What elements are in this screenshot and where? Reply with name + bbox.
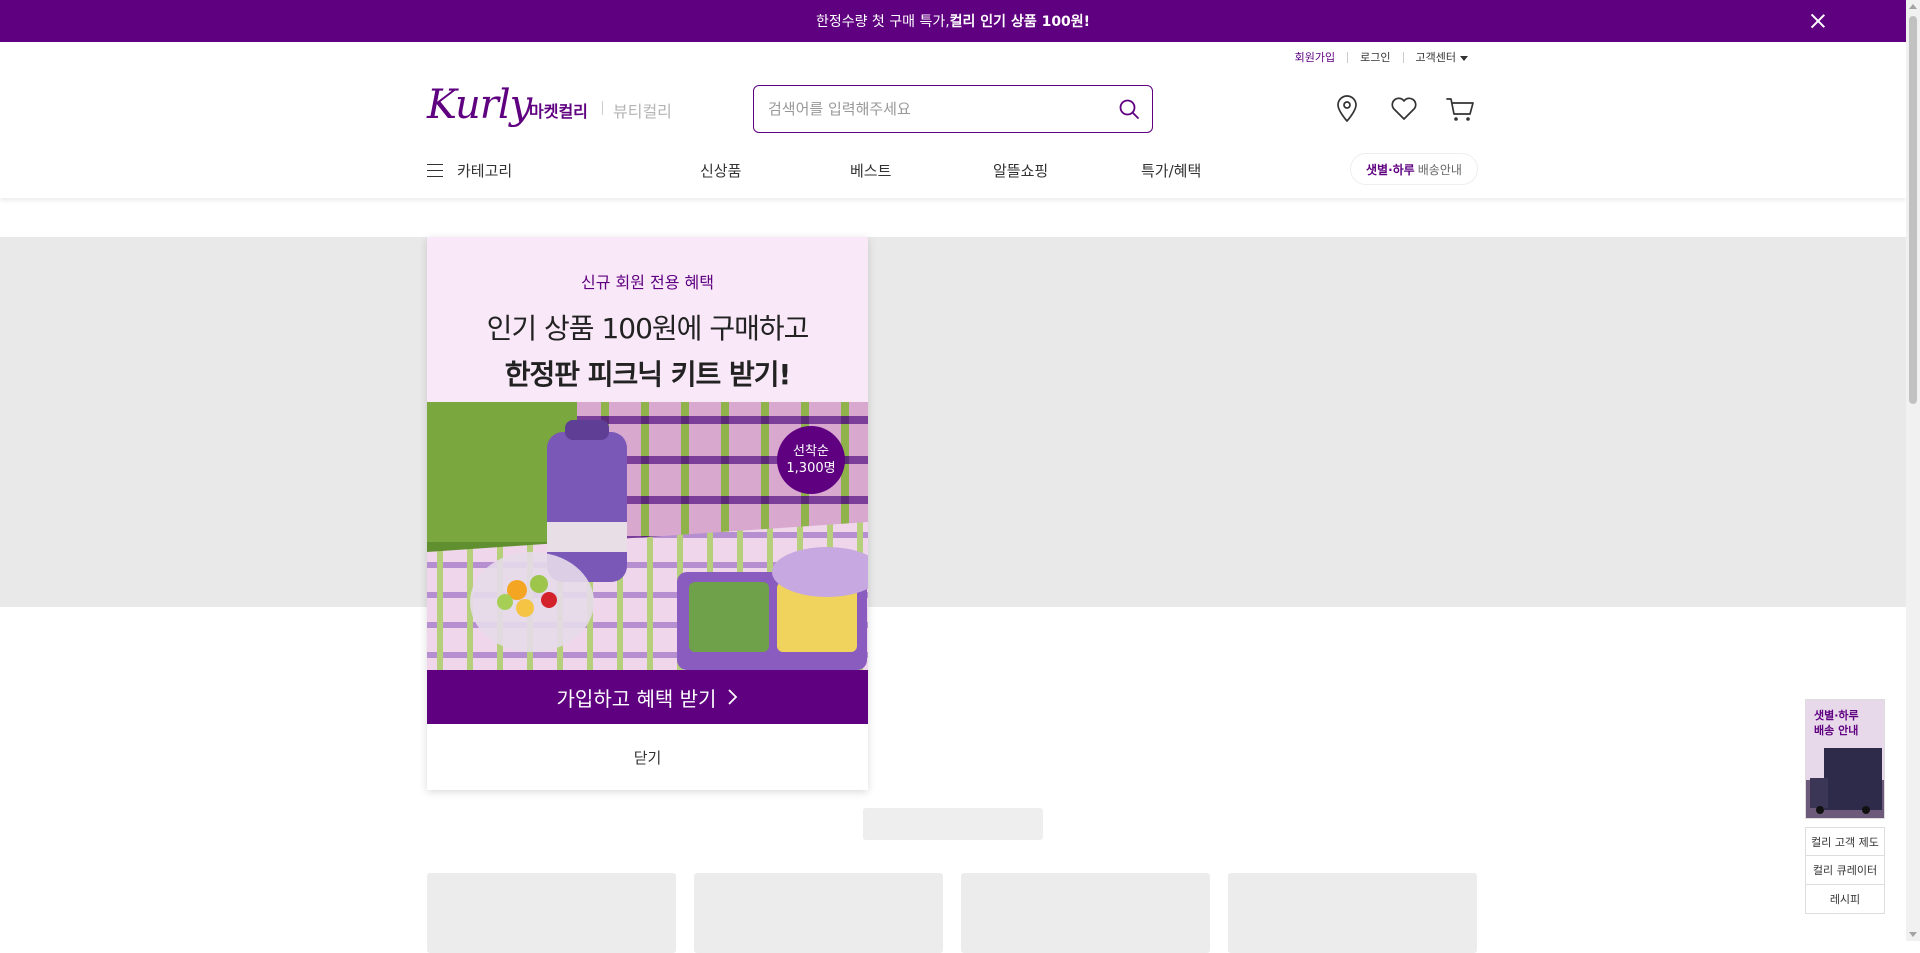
- popup-header: 신규 회원 전용 혜택 인기 상품 100원에 구매하고 한정판 피크닉 키트 …: [427, 237, 868, 402]
- picnic-kit-image: 선착순 1,300명: [427, 402, 868, 670]
- hero-banner-placeholder: [0, 237, 1906, 607]
- nav-thrifty-shopping[interactable]: 알뜰쇼핑: [993, 160, 1048, 181]
- side-ad-line-1: 샛별·하루: [1814, 709, 1859, 722]
- heart-icon[interactable]: [1387, 92, 1421, 126]
- scroll-thumb[interactable]: [1909, 16, 1917, 404]
- utility-menu: 회원가입 로그인 고객센터: [1283, 52, 1480, 63]
- nav-special-deals[interactable]: 특가/혜택: [1141, 160, 1201, 181]
- cta-label: 가입하고 혜택 받기: [556, 686, 717, 711]
- tab-market-kurly[interactable]: 마켓컬리: [529, 98, 588, 122]
- signup-promo-popup: 신규 회원 전용 혜택 인기 상품 100원에 구매하고 한정판 피크닉 키트 …: [427, 237, 868, 790]
- tab-divider: [602, 101, 603, 115]
- chevron-right-icon: [728, 689, 738, 705]
- side-ad-text: 샛별·하루 배송 안내: [1814, 708, 1859, 738]
- signup-benefit-button[interactable]: 가입하고 혜택 받기: [427, 670, 868, 724]
- hamburger-icon: [427, 163, 443, 178]
- customer-center-label: 고객센터: [1415, 51, 1456, 64]
- search-icon[interactable]: [1118, 98, 1140, 120]
- search-box: [753, 85, 1153, 133]
- category-label: 카테고리: [457, 162, 513, 180]
- scroll-down-icon[interactable]: [1909, 932, 1917, 937]
- top-banner-bold-text: 컬리 인기 상품 100원!: [949, 14, 1091, 30]
- product-card-skeleton: [427, 873, 676, 953]
- product-card-skeleton: [694, 873, 943, 953]
- side-link-recipe[interactable]: 레시피: [1805, 885, 1885, 914]
- first-come-badge: 선착순 1,300명: [777, 426, 845, 494]
- kurly-logo[interactable]: Kurly: [427, 82, 532, 128]
- nav-best[interactable]: 베스트: [850, 160, 891, 181]
- product-card-skeleton: [1228, 873, 1477, 953]
- delivery-info-button[interactable]: 샛별·하루 배송안내: [1350, 153, 1478, 185]
- side-delivery-ad[interactable]: 샛별·하루 배송 안내: [1805, 699, 1885, 819]
- popup-eyebrow: 신규 회원 전용 혜택: [580, 273, 715, 292]
- page-scrollbar[interactable]: [1906, 0, 1920, 941]
- customer-center-link[interactable]: 고객센터: [1402, 51, 1480, 64]
- popup-headline-1: 인기 상품 100원에 구매하고: [486, 312, 810, 345]
- product-card-skeleton: [961, 873, 1210, 953]
- top-promo-banner[interactable]: 한정수량 첫 구매 특가, 컬리 인기 상품 100원!: [0, 0, 1906, 42]
- popup-headline-2: 한정판 피크닉 키트 받기!: [504, 358, 792, 391]
- category-menu-button[interactable]: 카테고리: [427, 160, 512, 181]
- side-quick-menu: 샛별·하루 배송 안내 컬리 고객 제도 컬리 큐레이터 레시피: [1805, 699, 1885, 914]
- popup-close-button[interactable]: 닫기: [427, 724, 868, 790]
- side-link-customer-policy[interactable]: 컬리 고객 제도: [1805, 827, 1885, 856]
- badge-line-2: 1,300명: [786, 461, 836, 476]
- delivery-label: 배송안내: [1417, 162, 1462, 177]
- nav-new-products[interactable]: 신상품: [700, 160, 741, 181]
- caret-down-icon: [1460, 55, 1468, 61]
- section-title-skeleton: [863, 808, 1043, 840]
- tab-beauty-kurly[interactable]: 뷰티컬리: [613, 98, 672, 122]
- delivery-bold-label: 샛별·하루: [1366, 162, 1415, 177]
- login-link[interactable]: 로그인: [1347, 52, 1402, 63]
- signup-link[interactable]: 회원가입: [1283, 52, 1347, 63]
- close-icon[interactable]: [1808, 11, 1828, 31]
- side-ad-line-2: 배송 안내: [1814, 724, 1859, 737]
- global-nav-bar: 카테고리 신상품 베스트 알뜰쇼핑 특가/혜택 샛별·하루 배송안내: [0, 148, 1906, 198]
- side-link-curator[interactable]: 컬리 큐레이터: [1805, 856, 1885, 885]
- map-pin-icon[interactable]: [1330, 92, 1364, 126]
- top-banner-text: 한정수량 첫 구매 특가,: [815, 14, 950, 30]
- badge-line-1: 선착순: [793, 444, 829, 459]
- cart-icon[interactable]: [1443, 92, 1477, 126]
- search-input[interactable]: [754, 86, 1094, 132]
- scroll-up-icon[interactable]: [1909, 4, 1917, 9]
